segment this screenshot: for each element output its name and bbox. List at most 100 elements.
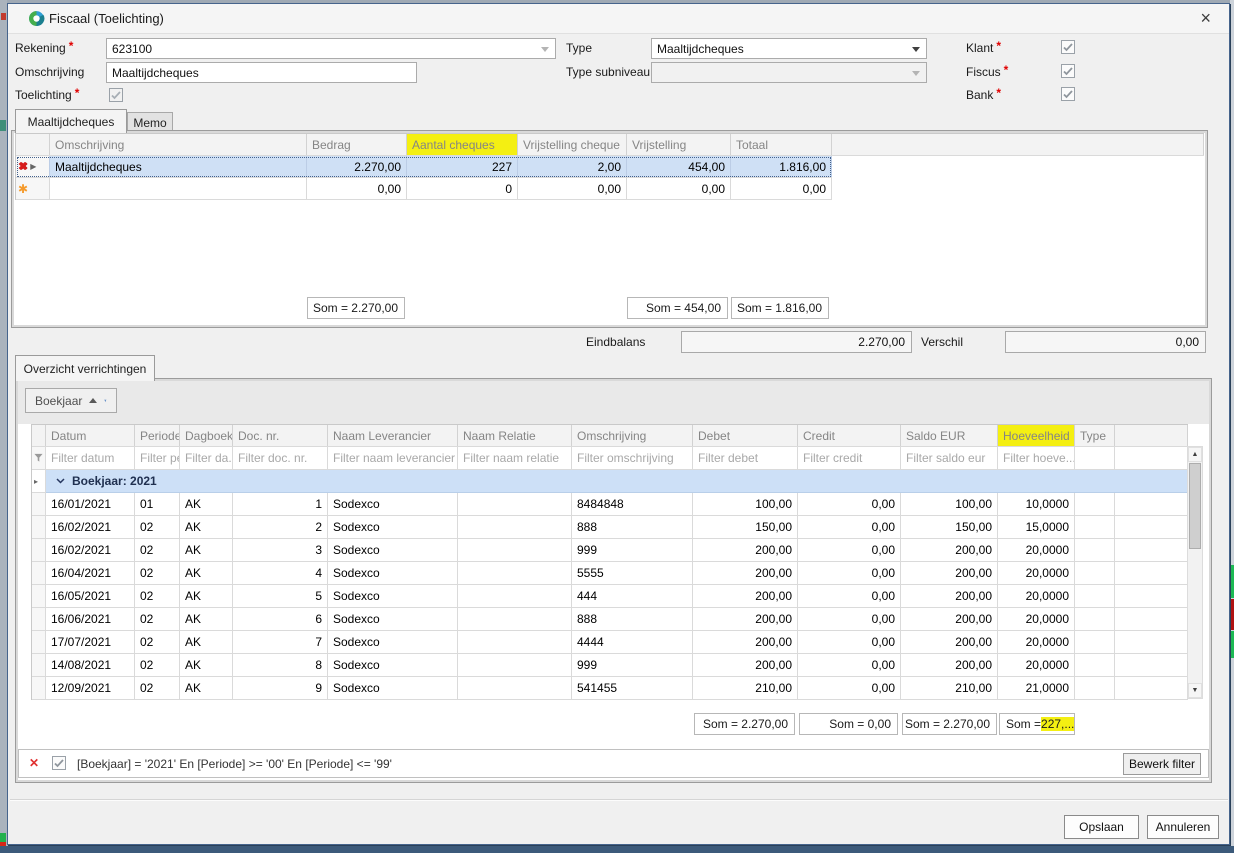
grid2-filter-cell[interactable]: Filter doc. nr. [233,447,328,469]
grid2-cell[interactable]: 200,00 [693,654,798,676]
grid2-cell[interactable]: AK [180,677,233,699]
grid2-cell[interactable]: 0,00 [798,562,901,584]
grid2-cell[interactable]: 0,00 [798,677,901,699]
table-row[interactable]: ✱0,0000,000,000,00 [16,178,832,200]
grid1-cell[interactable]: 0,00 [627,178,731,199]
grid2-cell[interactable]: 02 [135,585,180,607]
grid1-cell[interactable]: 2.270,00 [307,156,407,177]
grid1-cell[interactable]: 0,00 [731,178,832,199]
grid2-cell[interactable]: 20,0000 [998,608,1075,630]
grid2-cell[interactable]: 541455 [572,677,693,699]
scroll-down-icon[interactable]: ▼ [1188,683,1202,698]
grid2-cell[interactable]: 15,0000 [998,516,1075,538]
grid2-cell[interactable] [1075,585,1115,607]
grid2-cell[interactable]: Sodexco [328,539,458,561]
grid2-cell[interactable]: 20,0000 [998,562,1075,584]
grid1-cell[interactable]: 1.816,00 [731,156,832,177]
grid1-column-header[interactable]: Omschrijving [50,134,307,155]
grid2-cell[interactable]: 200,00 [901,539,998,561]
grid2-cell[interactable]: 14/08/2021 [46,654,135,676]
filter-funnel-icon[interactable] [34,453,43,463]
grid1-cell[interactable]: 0,00 [307,178,407,199]
grid1-cell[interactable]: 227 [407,156,518,177]
grid2-cell[interactable] [1075,539,1115,561]
grid2-cell[interactable]: Sodexco [328,585,458,607]
grid2-cell[interactable]: 16/02/2021 [46,516,135,538]
grid2-cell[interactable]: Sodexco [328,677,458,699]
grid2-cell[interactable] [458,654,572,676]
clear-filter-icon[interactable]: ✕ [29,756,39,770]
grid2-cell[interactable] [458,516,572,538]
table-row[interactable]: 16/01/202101AK1Sodexco8484848100,000,001… [32,493,1188,516]
grid2-cell[interactable]: 200,00 [901,585,998,607]
grid2-cell[interactable]: 999 [572,539,693,561]
grid2-cell[interactable]: 1 [233,493,328,515]
grid2-cell[interactable]: 16/02/2021 [46,539,135,561]
grid2-cell[interactable] [1075,631,1115,653]
rekening-combo[interactable]: 623100 [106,38,556,59]
grid2-cell[interactable]: 0,00 [798,539,901,561]
grid2-cell[interactable]: 100,00 [901,493,998,515]
grid2-column-header[interactable]: Omschrijving [572,425,693,446]
grid2-filter-cell[interactable] [1075,447,1115,469]
grid2-cell[interactable] [458,585,572,607]
grid2-column-header[interactable]: Dagboek [180,425,233,446]
filter-funnel-icon[interactable] [104,396,107,406]
grid2-cell[interactable]: 200,00 [693,562,798,584]
grid2-column-header[interactable]: Hoeveelheid [998,425,1075,446]
scroll-up-icon[interactable]: ▲ [1188,447,1202,462]
grid1-column-header[interactable]: Aantal cheques [407,134,518,155]
grid2-cell[interactable]: 444 [572,585,693,607]
grid2-cell[interactable] [1075,562,1115,584]
grid2-filter-cell[interactable]: Filter naam relatie [458,447,572,469]
grid2-cell[interactable]: 0,00 [798,608,901,630]
grid2-cell[interactable]: 02 [135,516,180,538]
table-row[interactable]: 14/08/202102AK8Sodexco999200,000,00200,0… [32,654,1188,677]
table-row[interactable]: 16/04/202102AK4Sodexco5555200,000,00200,… [32,562,1188,585]
grid2-cell[interactable]: 4444 [572,631,693,653]
grid2-cell[interactable]: AK [180,562,233,584]
annuleren-button[interactable]: Annuleren [1147,815,1219,839]
grid2-cell[interactable]: 02 [135,677,180,699]
table-row[interactable]: 12/09/202102AK9Sodexco541455210,000,0021… [32,677,1188,700]
grid2-cell[interactable]: 7 [233,631,328,653]
grid1-cell[interactable]: 0,00 [518,178,627,199]
grid2-column-header[interactable]: Type [1075,425,1115,446]
klant-checkbox[interactable] [1061,40,1075,54]
grid2-filter-cell[interactable]: Filter saldo eur [901,447,998,469]
grid2-column-header[interactable]: Periode [135,425,180,446]
delete-row-icon[interactable]: ✖ [18,162,27,172]
grid2-cell[interactable]: 200,00 [901,631,998,653]
grid2-filter-cell[interactable]: Filter debet [693,447,798,469]
grid2-cell[interactable]: 02 [135,562,180,584]
grid2-cell[interactable]: 3 [233,539,328,561]
tab-overzicht-verrichtingen[interactable]: Overzicht verrichtingen [15,355,155,381]
grid2-cell[interactable]: 02 [135,608,180,630]
chevron-down-icon[interactable] [56,478,65,484]
grid2-cell[interactable]: 16/06/2021 [46,608,135,630]
group-by-chip-boekjaar[interactable]: Boekjaar [25,388,117,413]
grid2-cell[interactable]: AK [180,654,233,676]
omschrijving-input[interactable]: Maaltijdcheques [106,62,417,83]
grid2-cell[interactable]: 999 [572,654,693,676]
grid2-cell[interactable]: 02 [135,631,180,653]
grid2-cell[interactable] [1075,516,1115,538]
grid2-cell[interactable]: Sodexco [328,654,458,676]
grid2-cell[interactable]: 0,00 [798,654,901,676]
grid2-cell[interactable]: 888 [572,516,693,538]
grid2-cell[interactable]: 16/01/2021 [46,493,135,515]
grid2-filter-cell[interactable]: Filter hoeve... [998,447,1075,469]
grid2-cell[interactable]: 02 [135,654,180,676]
grid2-cell[interactable]: 0,00 [798,585,901,607]
grid2-cell[interactable] [1075,654,1115,676]
chevron-down-icon[interactable] [912,47,920,52]
grid2-cell[interactable] [458,493,572,515]
grid2-cell[interactable]: 0,00 [798,516,901,538]
grid2-cell[interactable]: 12/09/2021 [46,677,135,699]
grid2-column-header[interactable]: Credit [798,425,901,446]
grid2-cell[interactable] [458,608,572,630]
chevron-down-icon[interactable] [541,47,549,52]
grid2-cell[interactable]: 6 [233,608,328,630]
grid1-cell[interactable]: 0 [407,178,518,199]
grid2-column-header[interactable]: Datum [46,425,135,446]
